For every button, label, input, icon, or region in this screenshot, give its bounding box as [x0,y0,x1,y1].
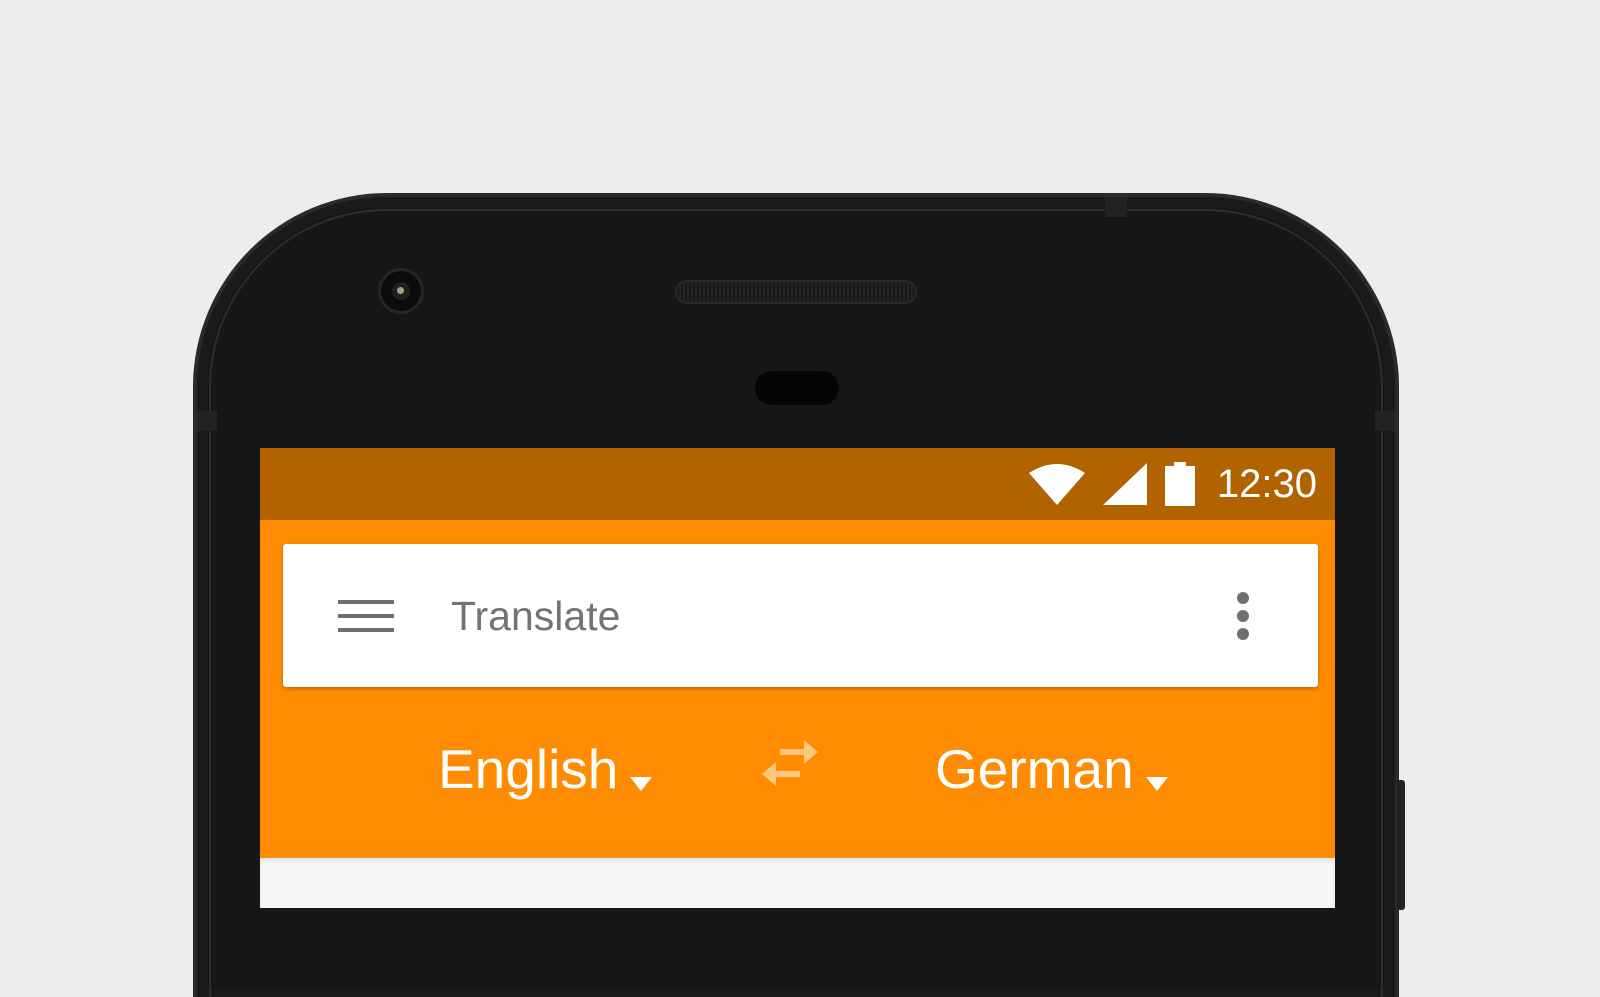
cellular-signal-icon [1102,463,1147,505]
power-button [1397,780,1405,910]
phone-screen: 12:30 Translate English German [260,448,1335,908]
target-language-button[interactable]: German [935,735,1168,803]
target-language-label: German [935,738,1134,800]
search-title: Translate [451,593,621,639]
antenna-band-top [1105,197,1127,217]
overflow-menu-button[interactable] [1228,590,1258,642]
app-bar: Translate English German [260,520,1335,858]
status-bar: 12:30 [260,448,1335,520]
search-bar[interactable]: Translate [283,544,1318,687]
source-language-button[interactable]: English [438,735,653,803]
language-selector-row: English German [260,715,1335,815]
menu-button[interactable] [338,596,394,636]
arrow-drop-down-icon [1145,741,1168,803]
earpiece-speaker [677,282,915,302]
source-language-label: English [438,738,619,800]
swap-languages-button[interactable] [760,739,820,789]
swap-horiz-icon [760,739,820,789]
proximity-sensor [755,371,839,405]
antenna-band-left [197,411,217,431]
status-icons: 12:30 [1028,462,1317,506]
status-clock: 12:30 [1216,462,1317,506]
antenna-band-right [1375,411,1395,431]
hamburger-menu-icon [338,596,394,636]
wifi-icon [1028,463,1085,505]
front-camera [381,271,421,311]
content-area [260,858,1335,908]
arrow-drop-down-icon [630,741,653,803]
camera-glint [397,287,404,294]
more-vert-icon [1228,590,1258,642]
battery-icon [1164,462,1195,506]
camera-lens [392,282,410,300]
